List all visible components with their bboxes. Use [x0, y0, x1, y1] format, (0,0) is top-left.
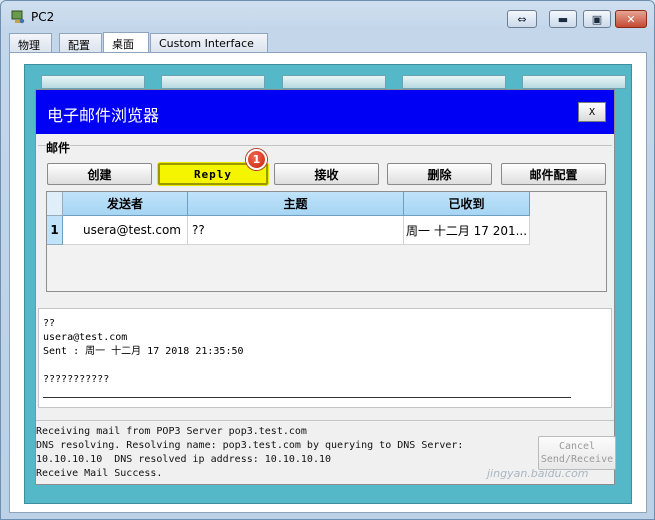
- table-corner: [47, 192, 63, 216]
- cell-received[interactable]: 周一 十二月 17 201...: [404, 216, 530, 245]
- email-browser-title: 电子邮件浏览器: [47, 106, 160, 125]
- close-button[interactable]: ✕: [615, 10, 647, 28]
- email-browser-header: 电子邮件浏览器 X: [36, 90, 614, 134]
- cancel-label: Cancel: [558, 441, 596, 452]
- mail-config-button[interactable]: 邮件配置: [501, 163, 606, 185]
- create-button[interactable]: 创建: [47, 163, 152, 185]
- email-browser-window: 电子邮件浏览器 X 邮件 创建 Reply 1 接收 删除 邮件配置 发送者 主…: [35, 89, 616, 485]
- message-subject: ??: [43, 318, 56, 329]
- column-header-received[interactable]: 已收到: [404, 192, 530, 216]
- desktop-app-icon[interactable]: [522, 75, 626, 89]
- column-header-subject[interactable]: 主题: [188, 192, 404, 216]
- desktop-app-icon[interactable]: [41, 75, 145, 89]
- pc2-window: PC2 ⇔ ▬ ▣ ✕ 物理 配置 桌面 Custom Interface 电子…: [0, 0, 655, 520]
- email-close-button[interactable]: X: [578, 102, 606, 122]
- message-body: ???????????: [43, 374, 110, 385]
- mail-table: 发送者 主题 已收到 1 usera@test.com ?? 周一 十二月 17…: [46, 191, 607, 292]
- status-line: 10.10.10.10 DNS resolved ip address: 10.…: [36, 454, 332, 465]
- minimize-button[interactable]: ▬: [549, 10, 577, 28]
- tab-custom-interface[interactable]: Custom Interface: [150, 33, 268, 52]
- column-header-sender[interactable]: 发送者: [63, 192, 188, 216]
- desktop-app-icon[interactable]: [282, 75, 386, 89]
- step-badge: 1: [246, 149, 267, 170]
- desktop-app-icon[interactable]: [161, 75, 265, 89]
- cell-subject[interactable]: ??: [188, 216, 404, 245]
- tab-config[interactable]: 配置: [59, 33, 102, 52]
- tab-physical[interactable]: 物理: [9, 33, 52, 52]
- watermark: jingyan.baidu.com: [487, 467, 589, 480]
- maximize-button[interactable]: ▣: [583, 10, 611, 28]
- tab-desktop[interactable]: 桌面: [103, 32, 149, 53]
- title-bar: PC2 ⇔ ▬ ▣ ✕: [1, 1, 654, 31]
- delete-button[interactable]: 删除: [387, 163, 492, 185]
- message-view[interactable]: ?? usera@test.com Sent : 周一 十二月 17 2018 21…: [38, 308, 612, 408]
- swap-button[interactable]: ⇔: [507, 10, 537, 28]
- status-line: Receiving mail from POP3 Server pop3.tes…: [36, 426, 307, 437]
- message-sent: Sent : 周一 十二月 17 2018 21:35:50: [43, 346, 244, 357]
- status-line: DNS resolving. Resolving name: pop3.test…: [36, 440, 464, 451]
- pc-icon: [11, 10, 25, 24]
- message-from: usera@test.com: [43, 332, 128, 343]
- window-title: PC2: [31, 10, 55, 24]
- message-divider: [43, 397, 571, 398]
- cancel-send-receive-button[interactable]: Cancel Send/Receive: [538, 436, 616, 470]
- desktop-app-icon[interactable]: [402, 75, 506, 89]
- send-receive-label: Send/Receive: [540, 454, 614, 465]
- receive-button[interactable]: 接收: [274, 163, 379, 185]
- mail-group-label: 邮件: [46, 139, 71, 156]
- row-index[interactable]: 1: [47, 216, 63, 245]
- cell-sender[interactable]: usera@test.com: [63, 216, 188, 245]
